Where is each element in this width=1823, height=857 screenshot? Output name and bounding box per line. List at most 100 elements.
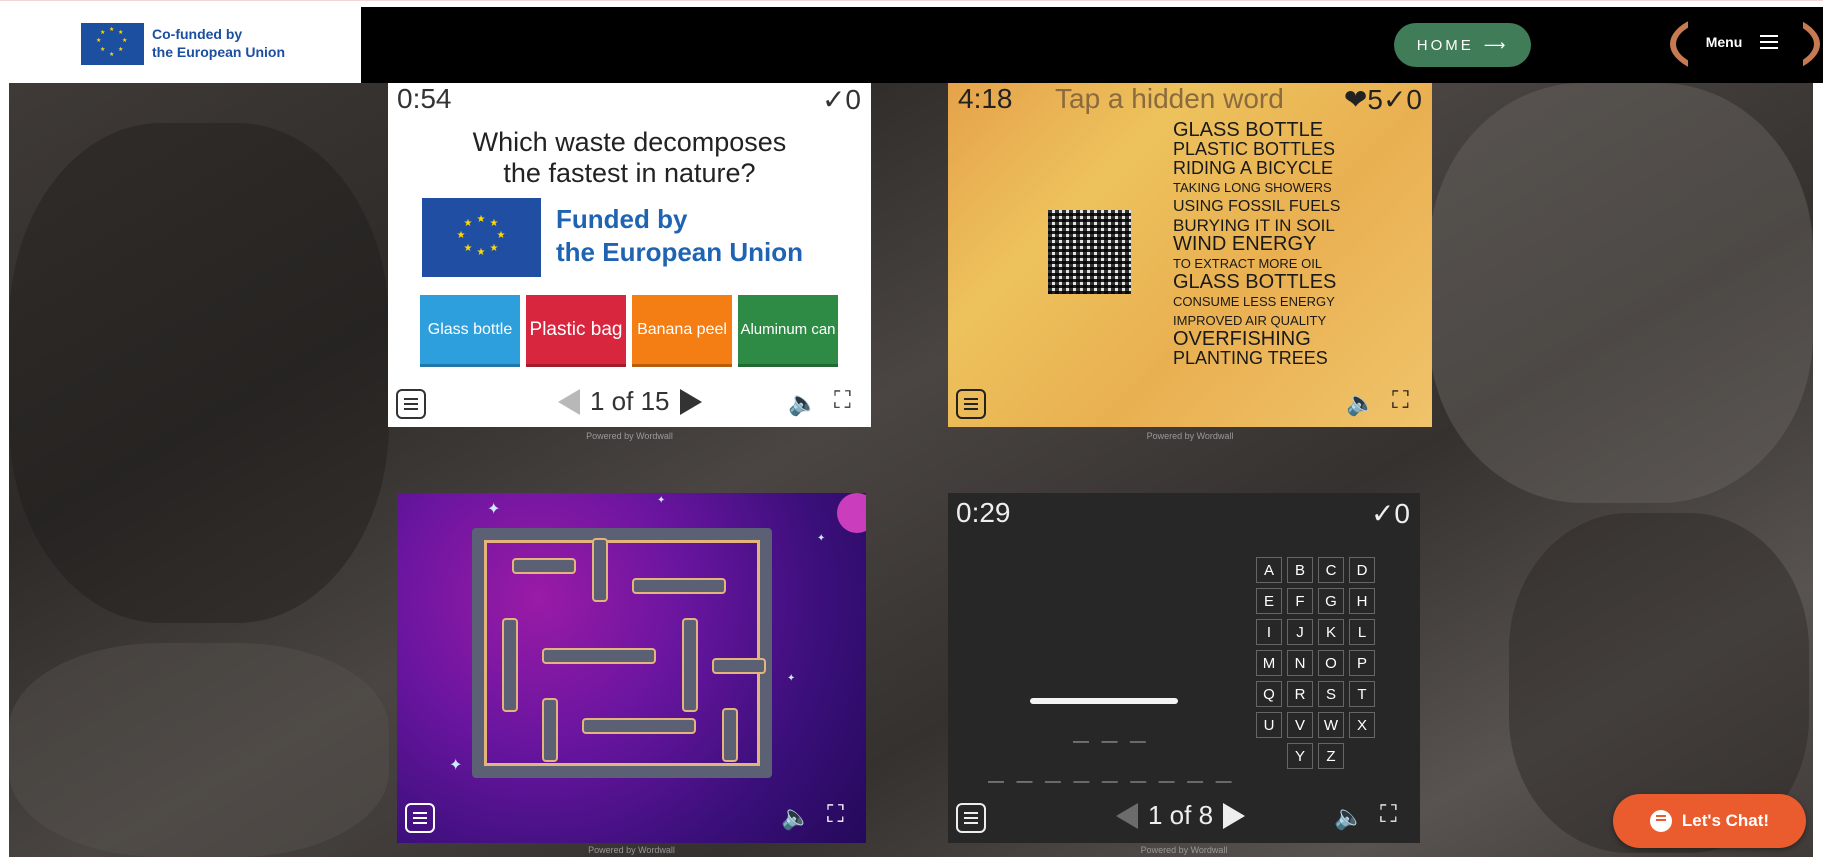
chat-bubble-icon: [1649, 810, 1672, 832]
maze-wall: [634, 580, 724, 592]
letter-key[interactable]: H: [1349, 588, 1375, 614]
answer-button[interactable]: Aluminum can: [738, 295, 838, 367]
sound-icon[interactable]: 🔈: [1334, 803, 1364, 832]
maze-wall: [714, 660, 764, 672]
hidden-word-game-card[interactable]: 4:18 Tap a hidden word ❤5✓0 GLASS BOTTLE…: [948, 83, 1432, 427]
timer: 0:29: [956, 497, 1011, 528]
letter-key[interactable]: X: [1349, 712, 1375, 738]
letter-key[interactable]: D: [1349, 557, 1375, 583]
word-item: PLANTING TREES: [1173, 348, 1328, 368]
maze-wall: [684, 620, 696, 710]
svg-text:★: ★: [477, 247, 486, 258]
maze-wall: [594, 540, 606, 600]
svg-text:★: ★: [490, 243, 499, 254]
maze-wall: [514, 560, 574, 572]
logo-text: Co-funded by the European Union: [152, 25, 285, 61]
answer-button[interactable]: Glass bottle: [420, 295, 520, 367]
answer-button[interactable]: Plastic bag: [526, 295, 626, 367]
answer-options: Glass bottle Plastic bag Banana peel Alu…: [420, 295, 838, 367]
letter-key[interactable]: T: [1349, 681, 1375, 707]
letter-key[interactable]: Y: [1287, 743, 1313, 769]
prev-icon[interactable]: [558, 388, 580, 415]
svg-text:★: ★: [464, 218, 473, 229]
word-item: USING FOSSIL FUELS: [1173, 198, 1341, 215]
timer: 0:54: [397, 83, 452, 114]
menu-list-icon[interactable]: [396, 389, 426, 419]
page-indicator: 1 of 8: [1148, 800, 1214, 830]
letter-key[interactable]: C: [1318, 557, 1344, 583]
lets-chat-button[interactable]: Let's Chat!: [1613, 794, 1806, 848]
question-line-1: Which waste decomposes: [472, 127, 787, 157]
funded-text: Funded by the European Union: [556, 203, 803, 269]
fullscreen-icon[interactable]: ⛶: [1392, 387, 1409, 415]
letter-key[interactable]: R: [1287, 681, 1313, 707]
next-icon[interactable]: [679, 388, 702, 415]
powered-by[interactable]: Powered by Wordwall: [388, 431, 871, 441]
prev-icon[interactable]: [1116, 802, 1138, 829]
letter-key[interactable]: G: [1318, 588, 1344, 614]
svg-text:★: ★: [457, 230, 466, 241]
letter-key[interactable]: I: [1256, 619, 1282, 645]
menu-label: Menu: [1705, 34, 1743, 50]
hangman-game-card[interactable]: 0:29 ✓0 — — — — — — — — — — — — A B C D …: [948, 493, 1420, 843]
sound-icon[interactable]: 🔈: [1346, 389, 1376, 418]
fullscreen-icon[interactable]: ⛶: [1380, 801, 1397, 829]
letter-key[interactable]: P: [1349, 650, 1375, 676]
menu-list-icon[interactable]: [956, 803, 986, 833]
funded-line-2: the European Union: [556, 237, 803, 267]
letter-key[interactable]: E: [1256, 588, 1282, 614]
word-item: PLASTIC BOTTLES: [1173, 139, 1336, 159]
powered-by[interactable]: Powered by Wordwall: [948, 845, 1420, 855]
next-icon[interactable]: [1223, 802, 1246, 829]
fullscreen-icon[interactable]: ⛶: [827, 801, 844, 829]
letter-key[interactable]: F: [1287, 588, 1313, 614]
maze-game-card[interactable]: ✦ ✦ ✦ ✦ ✦ 🔈 ⛶: [397, 493, 866, 843]
question-text: Which waste decomposes the fastest in na…: [388, 127, 871, 189]
letter-key[interactable]: N: [1287, 650, 1313, 676]
timer: 4:18: [958, 83, 1013, 114]
pager: 1 of 15: [558, 386, 702, 417]
svg-text:★: ★: [497, 230, 506, 241]
answer-button[interactable]: Banana peel: [632, 295, 732, 367]
maze-wall: [584, 720, 694, 732]
sound-icon[interactable]: 🔈: [781, 803, 811, 832]
powered-by[interactable]: Powered by Wordwall: [397, 845, 866, 855]
letter-key[interactable]: A: [1256, 557, 1282, 583]
letter-keyboard: A B C D E F G H I J K L M N O P Q R S T …: [1256, 557, 1375, 769]
letter-key[interactable]: U: [1256, 712, 1282, 738]
home-button[interactable]: HOME ⟶: [1394, 23, 1531, 67]
letter-key[interactable]: Q: [1256, 681, 1282, 707]
menu-list-icon[interactable]: [405, 803, 435, 833]
star-decoration: ✦: [487, 501, 501, 518]
powered-by[interactable]: Powered by Wordwall: [948, 431, 1432, 441]
svg-text:★: ★: [490, 218, 499, 229]
letter-key[interactable]: K: [1318, 619, 1344, 645]
letter-key[interactable]: M: [1256, 650, 1282, 676]
letter-grid[interactable]: [1048, 210, 1131, 294]
fullscreen-icon[interactable]: ⛶: [834, 387, 851, 415]
letter-key[interactable]: L: [1349, 619, 1375, 645]
sound-icon[interactable]: 🔈: [788, 389, 818, 418]
page-indicator: 1 of 15: [590, 386, 670, 416]
funded-line-1: Funded by: [556, 204, 688, 234]
letter-key[interactable]: V: [1287, 712, 1313, 738]
eu-logo[interactable]: ★ ★ ★ ★ ★ ★ ★ ★ Co-funded by the European Uni…: [0, 7, 361, 83]
hamburger-icon: [1760, 35, 1779, 49]
letter-key[interactable]: B: [1287, 557, 1313, 583]
quiz-game-card[interactable]: 0:54 ✓0 Which waste decomposes the faste…: [388, 83, 871, 427]
arrow-right-icon: ⟶: [1483, 37, 1509, 54]
chat-label: Let's Chat!: [1681, 811, 1770, 830]
site-header: ★ ★ ★ ★ ★ ★ ★ ★ Co-funded by the European Uni…: [0, 7, 1823, 83]
maze-board[interactable]: [472, 528, 772, 778]
score: ✓0: [1370, 498, 1410, 529]
menu-button[interactable]: Menu: [1672, 7, 1812, 77]
background-image: [9, 83, 1813, 857]
menu-list-icon[interactable]: [956, 389, 986, 419]
letter-key[interactable]: J: [1287, 619, 1313, 645]
letter-key[interactable]: W: [1318, 712, 1344, 738]
letter-key[interactable]: S: [1318, 681, 1344, 707]
letter-key[interactable]: Z: [1318, 743, 1344, 769]
planet-decoration: [837, 493, 866, 533]
star-decoration: ✦: [449, 757, 463, 774]
letter-key[interactable]: O: [1318, 650, 1344, 676]
